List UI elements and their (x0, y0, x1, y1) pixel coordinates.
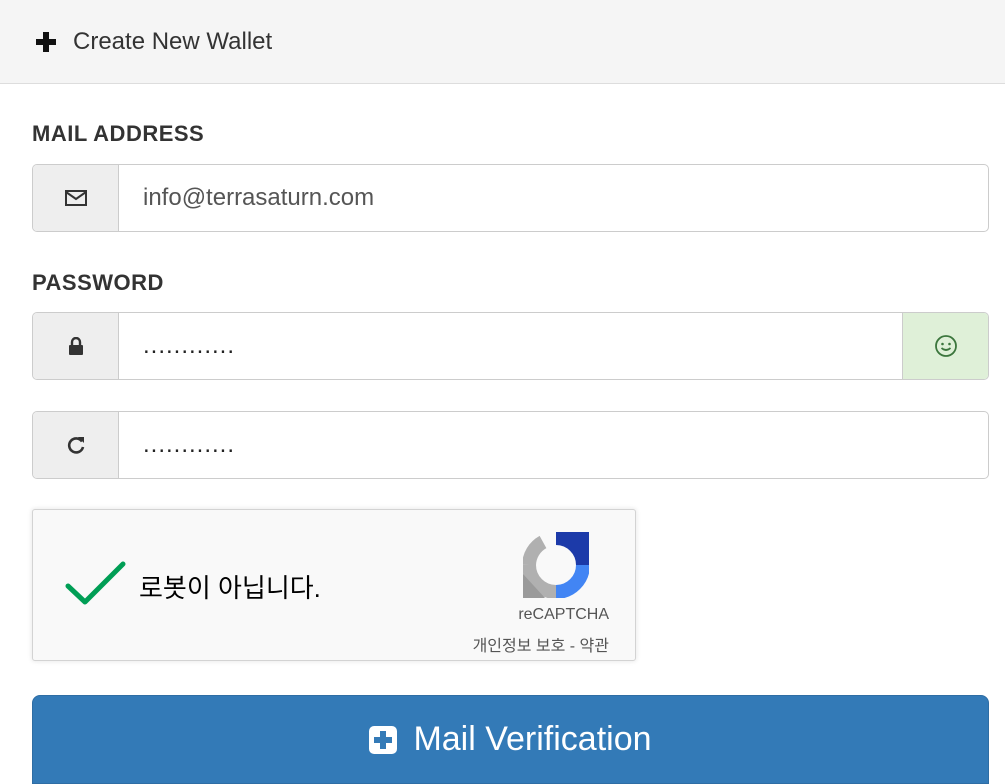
envelope-icon (33, 165, 119, 231)
recaptcha-brand: reCAPTCHA (518, 606, 609, 623)
mail-verification-label: Mail Verification (413, 720, 652, 758)
refresh-icon (33, 412, 119, 478)
plus-square-icon (369, 725, 398, 754)
mail-verification-button[interactable]: Mail Verification (32, 695, 989, 784)
password-confirm-input-group (32, 411, 989, 479)
recaptcha-widget: 로봇이 아닙니다. reCAPTCHA 개인정보 보호 - 약관 (32, 509, 636, 661)
lock-icon (33, 313, 119, 379)
email-input[interactable] (119, 165, 988, 231)
email-label: MAIL ADDRESS (32, 121, 205, 146)
smile-icon (902, 313, 988, 379)
recaptcha-links[interactable]: 개인정보 보호 - 약관 (473, 632, 609, 656)
email-input-group (32, 164, 989, 232)
check-icon[interactable] (65, 560, 127, 613)
password-label: PASSWORD (32, 270, 164, 295)
panel-heading: Create New Wallet (0, 0, 1005, 84)
password-confirm-input[interactable] (119, 412, 988, 478)
heading-title: Create New Wallet (73, 27, 273, 55)
recaptcha-logo-icon (522, 531, 590, 603)
password-input-group (32, 312, 989, 380)
password-input[interactable] (119, 313, 902, 379)
plus-icon (36, 31, 56, 52)
recaptcha-label: 로봇이 아닙니다. (139, 573, 321, 603)
